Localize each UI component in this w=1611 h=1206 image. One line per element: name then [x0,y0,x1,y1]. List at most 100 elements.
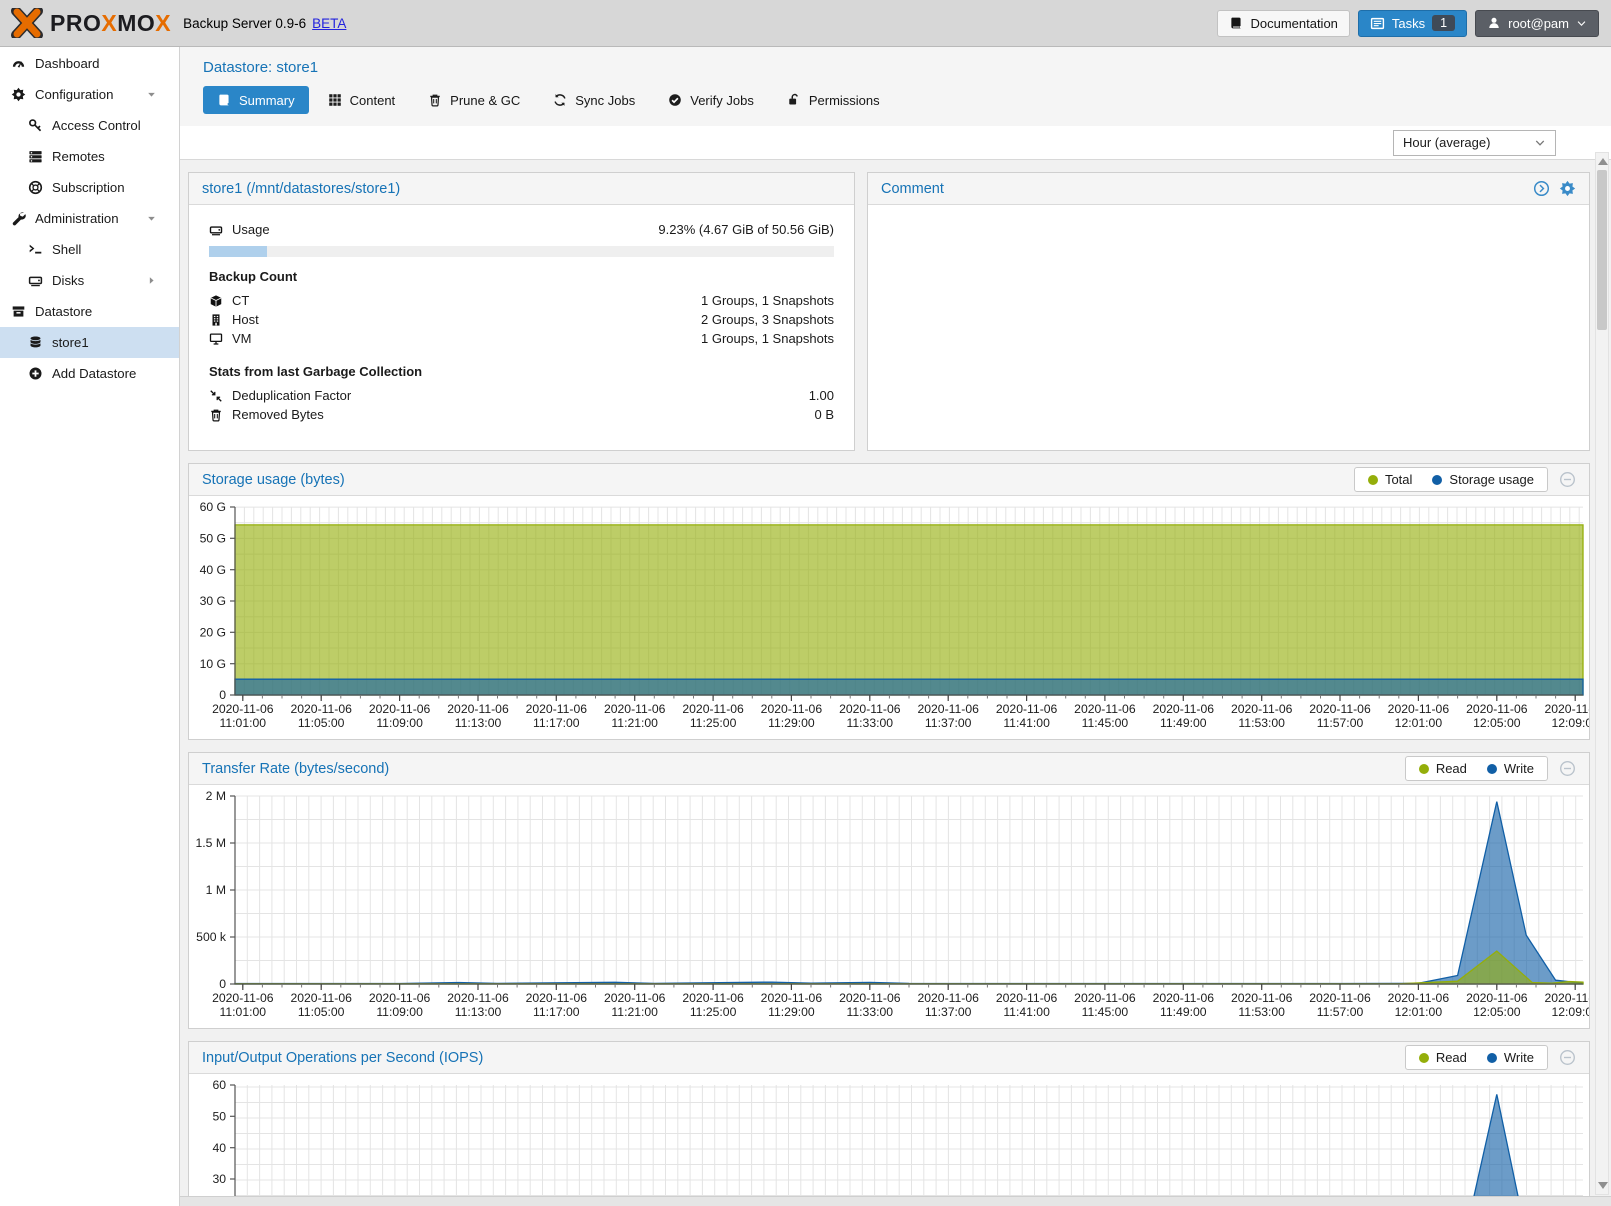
sidebar-item-access-control[interactable]: Access Control [0,110,179,141]
sidebar-item-label: Remotes [52,149,105,164]
sidebar-item-add-datastore[interactable]: Add Datastore [0,358,179,389]
chart-header-transfer: Transfer Rate (bytes/second)ReadWrite [189,753,1589,785]
scrollbar-thumb[interactable] [1597,170,1607,330]
legend-item-write[interactable]: Write [1487,1050,1534,1065]
svg-text:2020-11-06: 2020-11-06 [526,702,588,716]
svg-text:30 G: 30 G [200,594,226,608]
sidebar-item-label: Disks [52,273,84,288]
chart-body-transfer: 0500 k1 M1.5 M2 M2020-11-0611:01:002020-… [189,785,1589,1028]
svg-text:2020-11-06: 2020-11-06 [1388,991,1450,1005]
sidebar-item-configuration[interactable]: Configuration [0,79,179,110]
sidebar-item-shell[interactable]: Shell [0,234,179,265]
comment-panel: Comment [867,172,1590,451]
host-icon [209,313,232,327]
sidebar-item-remotes[interactable]: Remotes [0,141,179,172]
svg-text:11:01:00: 11:01:00 [220,1005,267,1019]
removed-bytes-row: Removed Bytes0 B [209,405,834,424]
sidebar-item-subscription[interactable]: Subscription [0,172,179,203]
legend-item-total[interactable]: Total [1368,472,1412,487]
svg-text:2 M: 2 M [206,789,226,803]
svg-text:11:41:00: 11:41:00 [1003,716,1050,730]
legend-item-write[interactable]: Write [1487,761,1534,776]
svg-text:12:05:00: 12:05:00 [1473,1005,1521,1019]
datastore-info-panel: store1 (/mnt/datastores/store1) Usage 9.… [188,172,855,451]
legend-dot-icon [1432,475,1442,485]
tasks-count-badge: 1 [1432,15,1455,31]
deduplication-factor-row: Deduplication Factor1.00 [209,386,834,405]
svg-text:30: 30 [212,1172,226,1186]
sync-icon [553,93,567,107]
svg-text:2020-11-06: 2020-11-06 [917,702,979,716]
tab-sync-jobs[interactable]: Sync Jobs [539,86,649,114]
svg-text:2020-11-06: 2020-11-06 [1544,991,1589,1005]
tab-permissions[interactable]: Permissions [773,86,894,114]
circle-minus-icon[interactable] [1559,760,1576,777]
tab-verify-jobs[interactable]: Verify Jobs [654,86,768,114]
svg-text:2020-11-06: 2020-11-06 [290,991,352,1005]
topbar: PROXMOX Backup Server 0.9-6 BETA Documen… [0,0,1611,47]
sidebar-item-label: Administration [35,211,119,226]
documentation-button[interactable]: Documentation [1217,10,1349,37]
caret-down-icon[interactable] [146,89,170,100]
caret-right-icon[interactable] [146,275,170,286]
svg-text:11:25:00: 11:25:00 [690,1005,737,1019]
beta-link[interactable]: BETA [312,16,346,31]
user-menu-button[interactable]: root@pam [1475,10,1599,37]
svg-text:2020-11-06: 2020-11-06 [290,702,352,716]
chevron-down-icon [1534,137,1546,149]
circle-minus-icon[interactable] [1559,1049,1576,1066]
svg-text:2020-11-06: 2020-11-06 [761,991,823,1005]
sidebar-item-datastore[interactable]: Datastore [0,296,179,327]
sidebar-item-dashboard[interactable]: Dashboard [0,48,179,79]
comment-body[interactable] [868,205,1589,235]
wrench-icon [11,211,35,226]
scroll-down-arrow[interactable] [1598,1182,1608,1189]
svg-text:1.5 M: 1.5 M [196,836,226,850]
proxmox-x-icon [10,8,44,38]
gear-icon[interactable] [1559,180,1576,197]
svg-text:2020-11-06: 2020-11-06 [1231,991,1293,1005]
tasks-button[interactable]: Tasks 1 [1358,10,1467,37]
remotes-icon [28,149,52,164]
trash-icon [428,93,442,107]
chart-legend-storage[interactable]: Total Storage usage [1354,467,1548,492]
svg-text:2020-11-06: 2020-11-06 [996,702,1058,716]
sidebar-item-administration[interactable]: Administration [0,203,179,234]
svg-text:60 G: 60 G [200,500,226,514]
legend-dot-icon [1419,1053,1429,1063]
svg-text:2020-11-06: 2020-11-06 [682,991,744,1005]
chart-header-iops: Input/Output Operations per Second (IOPS… [189,1042,1589,1074]
svg-text:60: 60 [212,1078,226,1092]
chart-legend-iops[interactable]: Read Write [1405,1045,1548,1070]
sidebar-item-label: Datastore [35,304,92,319]
circle-minus-icon[interactable] [1559,471,1576,488]
time-period-select[interactable]: Hour (average) [1393,130,1556,156]
svg-text:2020-11-06: 2020-11-06 [212,991,274,1005]
vm-icon [209,332,232,346]
svg-text:2020-11-06: 2020-11-06 [996,991,1058,1005]
sidebar-item-store1[interactable]: store1 [0,327,179,358]
circle-chevron-right-icon[interactable] [1533,180,1550,197]
svg-text:11:53:00: 11:53:00 [1238,716,1285,730]
dedup-icon [209,389,232,403]
legend-item-read[interactable]: Read [1419,761,1467,776]
sidebar-item-disks[interactable]: Disks [0,265,179,296]
chart-legend-transfer[interactable]: Read Write [1405,756,1548,781]
legend-dot-icon [1419,764,1429,774]
summary-content: store1 (/mnt/datastores/store1) Usage 9.… [180,160,1611,1206]
caret-down-icon[interactable] [146,213,170,224]
vertical-scrollbar[interactable] [1595,152,1609,1195]
svg-text:11:29:00: 11:29:00 [768,1005,815,1019]
user-icon [1487,16,1501,30]
ct-row: CT1 Groups, 1 Snapshots [209,291,834,310]
hdd-icon [209,223,232,237]
scroll-up-arrow[interactable] [1598,158,1608,165]
comment-panel-header: Comment [868,173,1589,205]
legend-item-read[interactable]: Read [1419,1050,1467,1065]
tab-prune-gc[interactable]: Prune & GC [414,86,534,114]
svg-text:2020-11-06: 2020-11-06 [447,702,509,716]
tab-summary[interactable]: Summary [203,86,309,114]
vm-row: VM1 Groups, 1 Snapshots [209,329,834,348]
tab-content[interactable]: Content [314,86,410,114]
legend-item-storage-usage[interactable]: Storage usage [1432,472,1534,487]
